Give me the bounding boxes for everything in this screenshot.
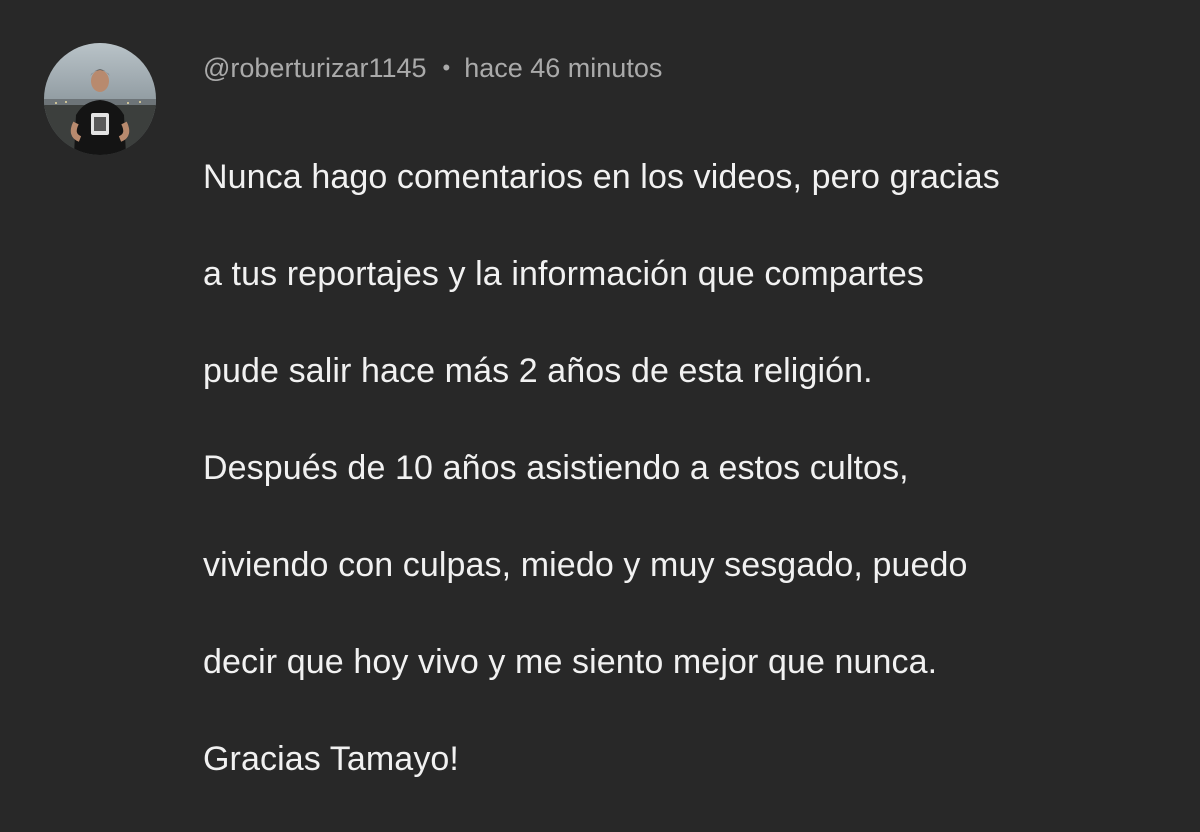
comment-text-line: Nunca hago comentarios en los videos, pe…: [203, 157, 1000, 196]
comment-timestamp[interactable]: hace 46 minutos: [464, 48, 662, 88]
comment: @roberturizar1145 • hace 46 minutos Nunc…: [0, 0, 1200, 778]
user-photo-avatar-icon: [44, 43, 156, 155]
meta-separator: •: [442, 55, 451, 80]
comment-text-line: Gracias Tamayo!: [203, 739, 459, 778]
comment-header: @roberturizar1145 • hace 46 minutos: [203, 48, 1163, 88]
comment-text-line: decir que hoy vivo y me siento mejor que…: [203, 642, 938, 681]
comment-text-line: a tus reportajes y la información que co…: [203, 254, 924, 293]
comment-text-line: Después de 10 años asistiendo a estos cu…: [203, 448, 909, 487]
comment-body: @roberturizar1145 • hace 46 minutos Nunc…: [203, 48, 1163, 832]
author-avatar[interactable]: [44, 43, 156, 155]
comment-text: Nunca hago comentarios en los videos, pe…: [203, 104, 1163, 832]
comment-text-line: pude salir hace más 2 años de esta relig…: [203, 351, 873, 390]
author-name[interactable]: @roberturizar1145: [203, 48, 427, 88]
comment-text-line: viviendo con culpas, miedo y muy sesgado…: [203, 545, 968, 584]
